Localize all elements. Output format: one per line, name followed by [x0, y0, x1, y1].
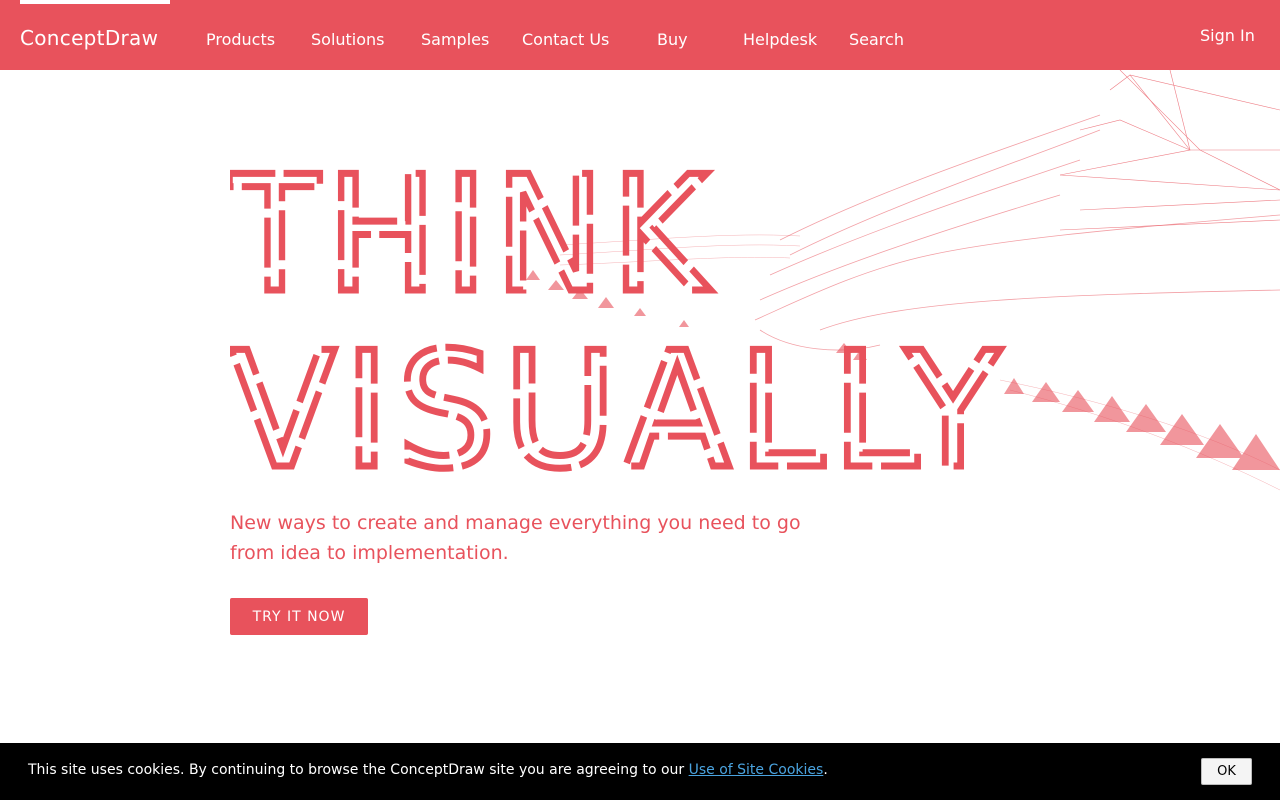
logo-accent-bar: [20, 0, 170, 4]
hero-title-think: THINK: [230, 168, 715, 328]
cookie-notice-bar: This site uses cookies. By continuing to…: [0, 743, 1280, 800]
cookie-notice-text: This site uses cookies. By continuing to…: [28, 762, 828, 778]
nav-solutions[interactable]: Solutions: [311, 30, 385, 49]
conceptdraw-logo[interactable]: ConceptDraw: [20, 26, 158, 50]
hero-title: THINK VISUALLY: [230, 168, 1008, 473]
cookie-text-before: This site uses cookies. By continuing to…: [28, 762, 689, 778]
nav-search[interactable]: Search: [849, 30, 904, 49]
nav-buy[interactable]: Buy: [657, 30, 688, 49]
cookie-ok-button[interactable]: OK: [1201, 758, 1252, 785]
nav-products[interactable]: Products: [206, 30, 275, 49]
nav-helpdesk[interactable]: Helpdesk: [743, 30, 817, 49]
cookie-text-after: .: [823, 762, 828, 778]
use-of-site-cookies-link[interactable]: Use of Site Cookies: [689, 762, 824, 778]
hero-description: New ways to create and manage everything…: [230, 512, 801, 564]
hero-title-visually: VISUALLY: [230, 317, 1008, 473]
nav-samples[interactable]: Samples: [421, 30, 489, 49]
try-it-now-button[interactable]: TRY IT NOW: [230, 598, 368, 635]
sign-in-link[interactable]: Sign In: [1200, 26, 1255, 45]
top-navigation-bar: ConceptDraw Products Solutions Samples C…: [0, 0, 1280, 70]
nav-contact-us[interactable]: Contact Us: [522, 30, 609, 49]
page: ConceptDraw Products Solutions Samples C…: [0, 0, 1280, 800]
